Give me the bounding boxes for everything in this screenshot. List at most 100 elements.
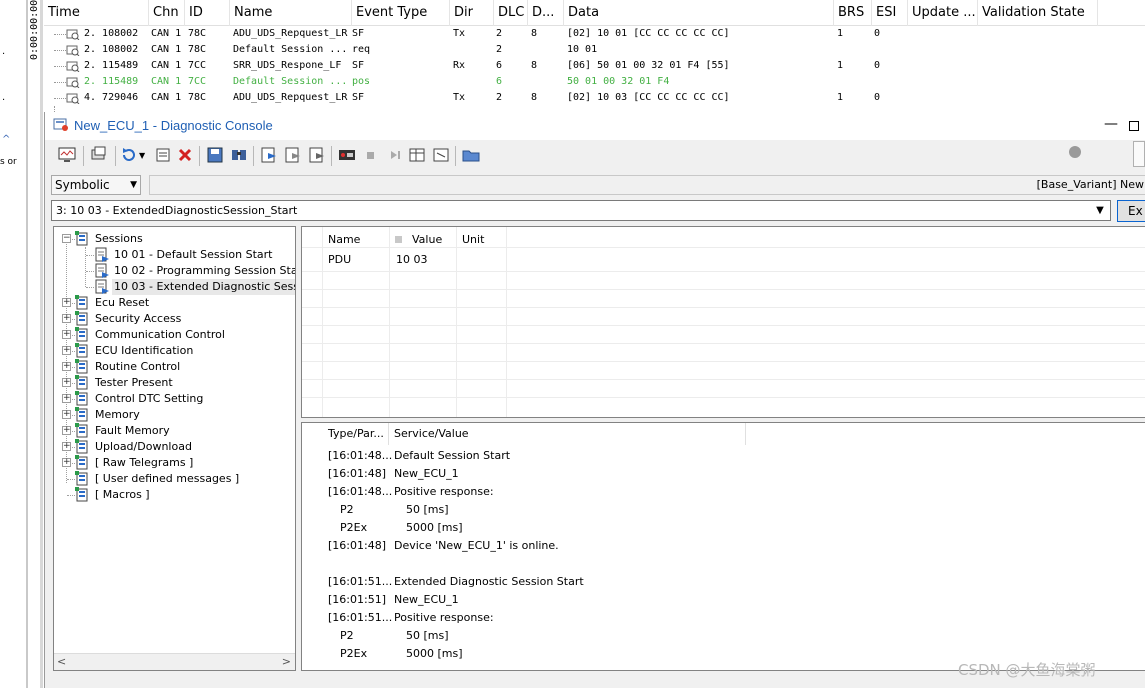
trace-row[interactable]: 2. 115489 CAN 1 7CC Default Session ... pos 6… bbox=[44, 74, 1145, 90]
tree-item[interactable]: 10 01 - Default Session Start bbox=[54, 247, 295, 263]
trace-row[interactable]: 2. 108002 CAN 1 78C Default Session ... req 2… bbox=[44, 42, 1145, 58]
execute-button[interactable]: Ex bbox=[1117, 200, 1145, 222]
collapse-icon[interactable]: − bbox=[62, 234, 71, 243]
export-icon[interactable] bbox=[431, 145, 451, 165]
scroll-handle[interactable] bbox=[1133, 141, 1145, 167]
col-event-type[interactable]: Event Type bbox=[352, 0, 450, 26]
refresh-icon[interactable] bbox=[119, 145, 139, 165]
splitter-bar[interactable] bbox=[40, 0, 43, 688]
param-value-cell[interactable]: 10 03 bbox=[396, 253, 428, 266]
tree-item[interactable]: + Ecu Reset bbox=[54, 295, 295, 311]
col-esi[interactable]: ESI bbox=[872, 0, 908, 26]
col-id[interactable]: ID bbox=[185, 0, 230, 26]
connect-icon[interactable] bbox=[89, 145, 109, 165]
send-all-icon[interactable] bbox=[283, 145, 303, 165]
tree-item[interactable]: + Security Access bbox=[54, 311, 295, 327]
send-request-icon[interactable] bbox=[259, 145, 279, 165]
log-col-type[interactable]: Type/Par... bbox=[328, 427, 384, 440]
param-col-unit[interactable]: Unit bbox=[462, 233, 484, 246]
param-col-name[interactable]: Name bbox=[328, 233, 360, 246]
tree-item[interactable]: + Tester Present bbox=[54, 375, 295, 391]
scroll-right-icon[interactable]: > bbox=[282, 655, 291, 668]
step-icon[interactable] bbox=[385, 145, 405, 165]
log-param-value: 50 [ms] bbox=[406, 629, 449, 642]
tree-item[interactable]: + Communication Control bbox=[54, 327, 295, 343]
tree-item[interactable]: + ECU Identification bbox=[54, 343, 295, 359]
service-tree: − Sessions 10 01 - Default Session Start 10… bbox=[53, 226, 296, 671]
service-select[interactable]: 3: 10 03 - ExtendedDiagnosticSession_Sta… bbox=[51, 200, 1111, 221]
save-icon[interactable] bbox=[205, 145, 225, 165]
horizontal-scrollbar[interactable]: < > bbox=[54, 653, 295, 670]
service-group-icon bbox=[75, 423, 88, 438]
param-col-value[interactable]: Value bbox=[412, 233, 442, 246]
col-update[interactable]: Update ... bbox=[908, 0, 978, 26]
col-d[interactable]: D... bbox=[528, 0, 564, 26]
col-name[interactable]: Name bbox=[230, 0, 352, 26]
scroll-left-icon[interactable]: < bbox=[57, 655, 66, 668]
minimize-button[interactable]: — bbox=[1103, 116, 1119, 132]
col-dir[interactable]: Dir bbox=[450, 0, 494, 26]
service-group-icon bbox=[75, 295, 88, 310]
service-group-icon bbox=[75, 375, 88, 390]
expand-icon[interactable]: + bbox=[62, 362, 71, 371]
chevron-down-icon[interactable]: ▼ bbox=[1092, 202, 1108, 219]
expand-icon[interactable]: + bbox=[62, 458, 71, 467]
expand-icon[interactable]: + bbox=[62, 346, 71, 355]
send-sequence-icon[interactable] bbox=[307, 145, 327, 165]
tree-item[interactable]: 10 03 - Extended Diagnostic Session bbox=[54, 279, 295, 295]
toolbar: ▼ bbox=[45, 140, 1145, 172]
tree-item[interactable]: + Routine Control bbox=[54, 359, 295, 375]
message-icon bbox=[66, 29, 80, 40]
grid-view-icon[interactable] bbox=[407, 145, 427, 165]
expand-icon[interactable]: + bbox=[62, 330, 71, 339]
expand-icon[interactable]: + bbox=[62, 314, 71, 323]
col-brs[interactable]: BRS bbox=[834, 0, 872, 26]
expand-icon[interactable]: + bbox=[62, 442, 71, 451]
chevron-down-icon[interactable]: ▼ bbox=[139, 151, 145, 160]
trace-cell-time: 2. 115489 bbox=[84, 76, 139, 87]
folder-icon[interactable] bbox=[461, 145, 481, 165]
splitter[interactable] bbox=[26, 0, 28, 688]
send-list-icon[interactable] bbox=[153, 145, 173, 165]
col-dlc[interactable]: DLC bbox=[494, 0, 528, 26]
trace-row[interactable]: 2. 108002 CAN 1 78C ADU_UDS_Repquest_LR SF Tx… bbox=[44, 26, 1145, 42]
expand-icon[interactable]: + bbox=[62, 298, 71, 307]
trace-cell-brs: 1 bbox=[837, 28, 844, 39]
tree-item[interactable]: − Sessions bbox=[54, 231, 295, 247]
col-validation-state[interactable]: Validation State bbox=[978, 0, 1098, 26]
collapse-up-icon[interactable]: ^ bbox=[2, 134, 10, 145]
stop-icon[interactable] bbox=[361, 145, 381, 165]
trace-cell-dlc: 2 bbox=[496, 44, 503, 55]
trace-cell-dlc: 6 bbox=[496, 60, 503, 71]
tree-item[interactable]: + Upload/Download bbox=[54, 439, 295, 455]
maximize-button[interactable] bbox=[1129, 121, 1139, 131]
record-icon[interactable] bbox=[337, 145, 357, 165]
tree-item[interactable]: [ User defined messages ] bbox=[54, 471, 295, 487]
expand-icon[interactable]: + bbox=[62, 378, 71, 387]
trace-row[interactable]: 2. 115489 CAN 1 7CC SRR_UDS_Respone_LF SF Rx 6… bbox=[44, 58, 1145, 74]
tree-item-label: [ User defined messages ] bbox=[95, 472, 240, 485]
tree-item[interactable]: 10 02 - Programming Session Start bbox=[54, 263, 295, 279]
tree-item[interactable]: [ Macros ] bbox=[54, 487, 295, 503]
tree-item[interactable]: + Memory bbox=[54, 407, 295, 423]
variant-field[interactable]: [Base_Variant] New bbox=[149, 175, 1145, 195]
display-mode-select[interactable]: Symbolic ▼ bbox=[51, 175, 141, 195]
expand-icon[interactable]: + bbox=[62, 394, 71, 403]
tree-item[interactable]: + Fault Memory bbox=[54, 423, 295, 439]
trace-row[interactable]: 4. 729046 CAN 1 78C ADU_UDS_Repquest_LR SF Tx… bbox=[44, 90, 1145, 106]
col-data[interactable]: Data bbox=[564, 0, 834, 26]
trace-cell-d: 8 bbox=[531, 28, 538, 39]
trace-cell-time: 2. 108002 bbox=[84, 44, 139, 55]
delete-icon[interactable] bbox=[175, 145, 195, 165]
find-icon[interactable] bbox=[229, 145, 249, 165]
col-chn[interactable]: Chn bbox=[149, 0, 185, 26]
watermark: CSDN @大鱼海棠粥 bbox=[958, 661, 1096, 679]
tree-item[interactable]: + Control DTC Setting bbox=[54, 391, 295, 407]
monitor-icon[interactable] bbox=[57, 145, 77, 165]
expand-icon[interactable]: + bbox=[62, 410, 71, 419]
log-col-service[interactable]: Service/Value bbox=[394, 427, 469, 440]
col-time[interactable]: Time bbox=[44, 0, 149, 26]
tree-item[interactable]: + [ Raw Telegrams ] bbox=[54, 455, 295, 471]
expand-icon[interactable]: + bbox=[62, 426, 71, 435]
title-bar[interactable]: New_ECU_1 - Diagnostic Console — bbox=[45, 112, 1145, 140]
